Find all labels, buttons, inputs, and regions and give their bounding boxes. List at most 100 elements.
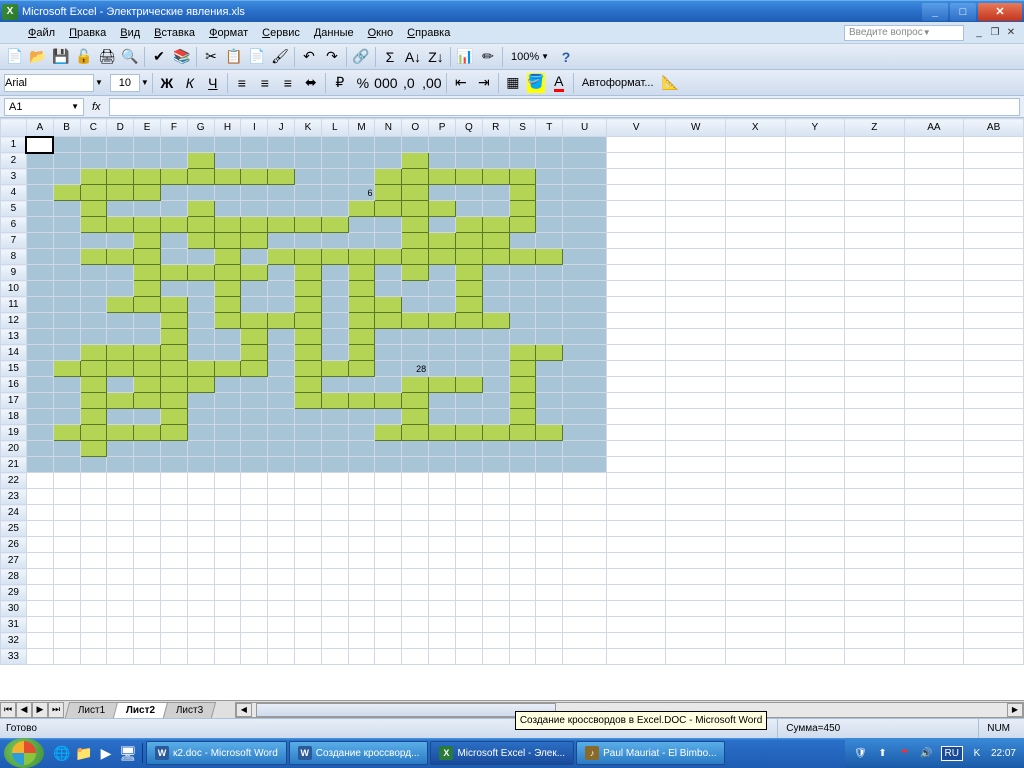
cell-r11c15[interactable] <box>402 297 429 313</box>
cell-r3c1[interactable] <box>26 169 53 185</box>
cell-r32c10[interactable] <box>268 633 295 649</box>
cell-r13c16[interactable] <box>429 329 456 345</box>
cell-r25c23[interactable] <box>666 521 726 537</box>
tray-antivirus-icon[interactable]: ☂ <box>897 745 913 761</box>
cell-r7c25[interactable] <box>785 233 845 249</box>
cell-r7c11[interactable] <box>295 233 322 249</box>
cell-r24c1[interactable] <box>26 505 53 521</box>
cell-r21c15[interactable] <box>402 457 429 473</box>
cell-r9c5[interactable] <box>134 265 161 281</box>
cell-r33c15[interactable] <box>402 649 429 665</box>
cell-r33c21[interactable] <box>563 649 607 665</box>
cell-r23c2[interactable] <box>53 489 80 505</box>
cell-r28c1[interactable] <box>26 569 53 585</box>
cell-r31c21[interactable] <box>563 617 607 633</box>
cell-r15c4[interactable] <box>107 361 134 377</box>
conditional-format-icon[interactable]: 📐 <box>660 72 682 94</box>
cell-r17c16[interactable] <box>429 393 456 409</box>
cell-r3c26[interactable] <box>845 169 905 185</box>
cell-r32c13[interactable] <box>348 633 375 649</box>
cell-r21c8[interactable] <box>214 457 241 473</box>
sheet-tab-Лист3[interactable]: Лист3 <box>163 702 217 718</box>
cell-r20c24[interactable] <box>726 441 786 457</box>
cell-r3c3[interactable] <box>80 169 107 185</box>
cell-r31c14[interactable] <box>375 617 402 633</box>
cell-r15c28[interactable] <box>964 361 1024 377</box>
cell-r13c17[interactable] <box>455 329 482 345</box>
cell-r16c1[interactable] <box>26 377 53 393</box>
cell-r25c5[interactable] <box>134 521 161 537</box>
row-header-22[interactable]: 22 <box>1 473 27 489</box>
cell-r25c11[interactable] <box>295 521 322 537</box>
col-header-L[interactable]: L <box>321 119 348 137</box>
cell-r31c25[interactable] <box>785 617 845 633</box>
cell-r29c8[interactable] <box>214 585 241 601</box>
col-header-AA[interactable]: AA <box>904 119 964 137</box>
cell-r24c6[interactable] <box>160 505 187 521</box>
cell-r16c19[interactable] <box>509 377 536 393</box>
cell-r12c19[interactable] <box>509 313 536 329</box>
cell-r16c12[interactable] <box>321 377 348 393</box>
cell-r8c28[interactable] <box>964 249 1024 265</box>
cell-r21c10[interactable] <box>268 457 295 473</box>
cell-r27c28[interactable] <box>964 553 1024 569</box>
cell-r32c22[interactable] <box>606 633 666 649</box>
cell-r30c9[interactable] <box>241 601 268 617</box>
cell-r17c7[interactable] <box>187 393 214 409</box>
cell-r23c10[interactable] <box>268 489 295 505</box>
cell-r27c5[interactable] <box>134 553 161 569</box>
cell-r13c23[interactable] <box>666 329 726 345</box>
cell-r24c20[interactable] <box>536 505 563 521</box>
cell-r14c20[interactable] <box>536 345 563 361</box>
cell-r4c28[interactable] <box>964 185 1024 201</box>
row-header-28[interactable]: 28 <box>1 569 27 585</box>
cell-r14c9[interactable] <box>241 345 268 361</box>
cell-r17c26[interactable] <box>845 393 905 409</box>
cell-r3c4[interactable] <box>107 169 134 185</box>
cell-r6c22[interactable] <box>606 217 666 233</box>
cell-r25c3[interactable] <box>80 521 107 537</box>
tray-volume-icon[interactable]: 🔊 <box>919 745 935 761</box>
cell-r26c24[interactable] <box>726 537 786 553</box>
row-header-9[interactable]: 9 <box>1 265 27 281</box>
col-header-K[interactable]: K <box>295 119 322 137</box>
menu-Файл[interactable]: Файл <box>22 25 61 41</box>
ask-question-box[interactable]: Введите вопрос▼ <box>844 25 964 41</box>
cell-r18c5[interactable] <box>134 409 161 425</box>
cell-r13c1[interactable] <box>26 329 53 345</box>
italic-icon[interactable]: К <box>179 72 201 94</box>
cell-r9c20[interactable] <box>536 265 563 281</box>
cell-r21c26[interactable] <box>845 457 905 473</box>
cell-r15c18[interactable] <box>482 361 509 377</box>
cell-r18c8[interactable] <box>214 409 241 425</box>
col-header-F[interactable]: F <box>160 119 187 137</box>
cell-r26c15[interactable] <box>402 537 429 553</box>
quick-ie-icon[interactable]: 🌐 <box>52 743 72 763</box>
cell-r19c17[interactable] <box>455 425 482 441</box>
tab-nav-last[interactable]: ⏭ <box>48 702 64 718</box>
cell-r22c12[interactable] <box>321 473 348 489</box>
cell-r10c3[interactable] <box>80 281 107 297</box>
cell-r16c14[interactable] <box>375 377 402 393</box>
cell-r13c10[interactable] <box>268 329 295 345</box>
cell-r9c26[interactable] <box>845 265 905 281</box>
row-header-31[interactable]: 31 <box>1 617 27 633</box>
cell-r12c1[interactable] <box>26 313 53 329</box>
cell-r31c20[interactable] <box>536 617 563 633</box>
cell-r25c16[interactable] <box>429 521 456 537</box>
cell-r28c7[interactable] <box>187 569 214 585</box>
cell-r24c14[interactable] <box>375 505 402 521</box>
col-header-H[interactable]: H <box>214 119 241 137</box>
cell-r29c16[interactable] <box>429 585 456 601</box>
cell-r29c26[interactable] <box>845 585 905 601</box>
cell-r24c12[interactable] <box>321 505 348 521</box>
cell-r25c28[interactable] <box>964 521 1024 537</box>
cell-r32c6[interactable] <box>160 633 187 649</box>
cell-r23c6[interactable] <box>160 489 187 505</box>
menu-Данные[interactable]: Данные <box>308 25 360 41</box>
cell-r29c25[interactable] <box>785 585 845 601</box>
cell-r2c20[interactable] <box>536 153 563 169</box>
cell-r4c7[interactable] <box>187 185 214 201</box>
cell-r8c13[interactable] <box>348 249 375 265</box>
cell-r11c10[interactable] <box>268 297 295 313</box>
